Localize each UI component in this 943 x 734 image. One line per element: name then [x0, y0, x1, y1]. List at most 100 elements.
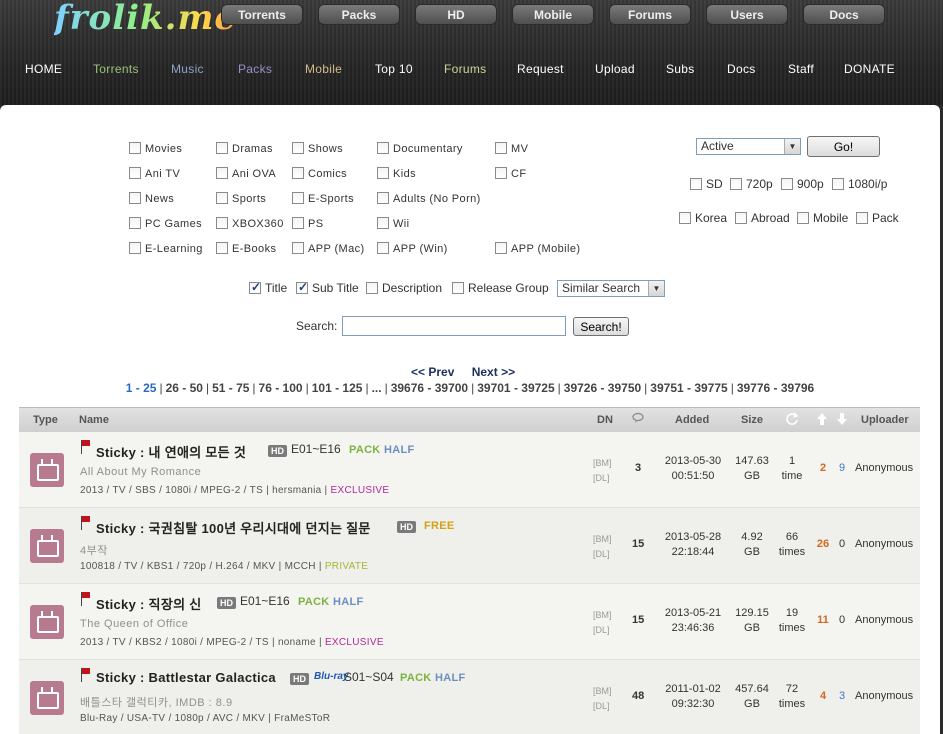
bookmark-link[interactable]: [BM] [593, 608, 612, 623]
category-wii[interactable]: Wii [377, 217, 409, 230]
torrent-title[interactable]: Sticky : 직장의 신 [96, 594, 202, 613]
search-field-subtitle[interactable]: Sub Title [296, 280, 359, 295]
nav-home[interactable]: HOME [25, 62, 62, 76]
search-button[interactable]: Search! [573, 317, 629, 336]
checkbox[interactable] [735, 212, 747, 224]
category-adults[interactable]: Adults (No Porn) [377, 192, 481, 205]
tv-category-icon[interactable] [30, 529, 64, 563]
quality-720p[interactable]: 720p [730, 177, 773, 191]
checkbox[interactable] [129, 217, 141, 229]
nav-top10[interactable]: Top 10 [375, 62, 413, 76]
col-header-size[interactable]: Size [741, 414, 763, 426]
region-pack[interactable]: Pack [856, 211, 899, 225]
region-mobile[interactable]: Mobile [797, 211, 848, 225]
checkbox[interactable] [797, 212, 809, 224]
search-field-release-group[interactable]: Release Group [452, 281, 549, 295]
search-mode-select[interactable]: Similar Search ▼ [557, 280, 665, 297]
checkbox-checked[interactable] [249, 280, 261, 294]
tv-category-icon[interactable] [30, 605, 64, 639]
checkbox-checked[interactable] [296, 280, 308, 294]
region-korea[interactable]: Korea [679, 211, 727, 225]
checkbox[interactable] [129, 192, 141, 204]
checkbox[interactable] [292, 142, 304, 154]
col-header-added[interactable]: Added [675, 414, 709, 426]
category-cf[interactable]: CF [495, 167, 526, 180]
page-link[interactable]: 39701 - 39725 [477, 381, 554, 395]
snatched-refresh-icon[interactable] [785, 412, 799, 429]
bookmark-link[interactable]: [BM] [593, 532, 612, 547]
leechers-count[interactable]: 0 [834, 614, 850, 626]
page-link[interactable]: 51 - 75 [212, 381, 249, 395]
checkbox[interactable] [216, 217, 228, 229]
quality-1080[interactable]: 1080i/p [832, 177, 887, 191]
col-header-uploader[interactable]: Uploader [861, 414, 909, 426]
download-link[interactable]: [DL] [593, 547, 612, 562]
pager-next-link[interactable]: Next >> [472, 365, 515, 379]
top-button-hd[interactable]: HD [415, 4, 497, 25]
checkbox[interactable] [495, 242, 507, 254]
category-mv[interactable]: MV [495, 142, 528, 155]
category-ani-tv[interactable]: Ani TV [129, 167, 180, 180]
checkbox[interactable] [495, 142, 507, 154]
nav-subs[interactable]: Subs [666, 62, 695, 76]
page-link-current[interactable]: 1 - 25 [126, 381, 157, 395]
tv-category-icon[interactable] [30, 453, 64, 487]
category-ani-ova[interactable]: Ani OVA [216, 167, 276, 180]
nav-donate[interactable]: DONATE [844, 62, 895, 76]
status-select[interactable]: Active ▼ [696, 138, 801, 155]
category-sports[interactable]: Sports [216, 192, 266, 205]
top-button-forums[interactable]: Forums [609, 4, 691, 25]
quality-900p[interactable]: 900p [781, 177, 824, 191]
nav-staff[interactable]: Staff [788, 62, 814, 76]
torrent-title[interactable]: Sticky : 내 연애의 모든 것 [96, 442, 246, 461]
nav-mobile[interactable]: Mobile [305, 62, 342, 76]
region-abroad[interactable]: Abroad [735, 211, 790, 225]
comment-icon[interactable] [632, 412, 644, 427]
leechers-count[interactable]: 9 [834, 462, 850, 474]
checkbox[interactable] [832, 178, 844, 190]
seeders-up-arrow-icon[interactable] [816, 412, 828, 429]
table-row[interactable]: Sticky : 국권침탈 100년 우리시대에 던지는 질문 HD FREE … [19, 508, 920, 584]
comment-count[interactable]: 3 [632, 462, 644, 474]
checkbox[interactable] [292, 192, 304, 204]
checkbox[interactable] [730, 178, 742, 190]
top-button-packs[interactable]: Packs [318, 4, 400, 25]
search-field-description[interactable]: Description [366, 281, 442, 295]
top-button-mobile[interactable]: Mobile [512, 4, 594, 25]
category-e-books[interactable]: E-Books [216, 242, 276, 255]
checkbox[interactable] [216, 192, 228, 204]
page-link[interactable]: 26 - 50 [166, 381, 203, 395]
category-dramas[interactable]: Dramas [216, 142, 273, 155]
category-ps[interactable]: PS [292, 217, 323, 230]
pager-prev-link[interactable]: << Prev [411, 365, 454, 379]
table-row[interactable]: Sticky : Battlestar Galactica HD Blu-ray… [19, 660, 920, 734]
checkbox[interactable] [129, 242, 141, 254]
site-logo[interactable]: frolik.me [54, 0, 237, 38]
table-row[interactable]: Sticky : 직장의 신 HD E01~E16 PACK HALF The … [19, 584, 920, 660]
torrent-title[interactable]: Sticky : 국권침탈 100년 우리시대에 던지는 질문 [96, 518, 371, 537]
comment-count[interactable]: 48 [632, 690, 644, 702]
go-button[interactable]: Go! [807, 136, 880, 157]
checkbox[interactable] [366, 282, 378, 294]
category-app-mac[interactable]: APP (Mac) [292, 242, 365, 255]
search-field-title[interactable]: Title [249, 280, 287, 295]
checkbox[interactable] [292, 217, 304, 229]
quality-sd[interactable]: SD [690, 177, 723, 191]
leechers-down-arrow-icon[interactable] [836, 412, 848, 429]
category-kids[interactable]: Kids [377, 167, 416, 180]
top-button-users[interactable]: Users [706, 4, 788, 25]
category-shows[interactable]: Shows [292, 142, 343, 155]
page-link[interactable]: 101 - 125 [312, 381, 363, 395]
category-xbox360[interactable]: XBOX360 [216, 217, 284, 230]
download-link[interactable]: [DL] [593, 623, 612, 638]
category-app-mobile[interactable]: APP (Mobile) [495, 242, 580, 255]
seeders-count[interactable]: 4 [812, 690, 834, 702]
category-e-learning[interactable]: E-Learning [129, 242, 203, 255]
table-row[interactable]: Sticky : 내 연애의 모든 것 HD E01~E16 PACK HALF… [19, 432, 920, 508]
checkbox[interactable] [679, 212, 691, 224]
page-link[interactable]: 39676 - 39700 [391, 381, 468, 395]
leechers-count[interactable]: 3 [834, 690, 850, 702]
nav-music[interactable]: Music [171, 62, 204, 76]
seeders-count[interactable]: 2 [812, 462, 834, 474]
category-news[interactable]: News [129, 192, 174, 205]
